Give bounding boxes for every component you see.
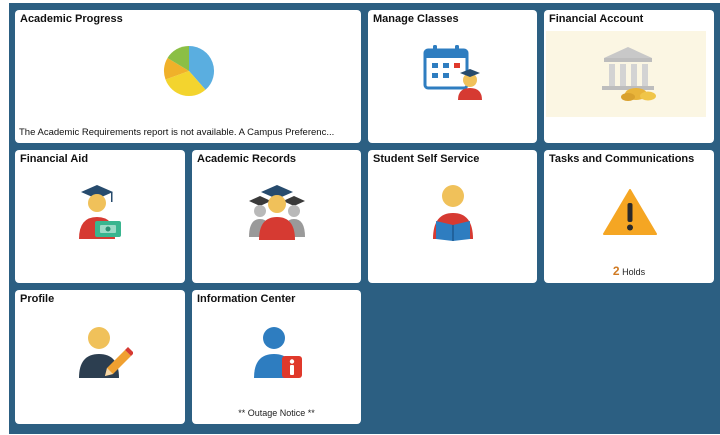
tile-title: Academic Records [197,153,297,165]
tile-title: Tasks and Communications [549,153,695,165]
warning-triangle-icon [603,189,657,235]
tile-title: Financial Aid [20,153,89,165]
pie-chart-icon [163,45,215,97]
manage-classes-tile[interactable]: Manage Classes [368,10,537,143]
financial-aid-tile[interactable]: Financial Aid [15,150,185,283]
person-pencil-icon [79,327,133,378]
graduate-money-icon [79,185,121,239]
tile-title: Manage Classes [373,13,459,25]
tasks-and-communications-tile[interactable]: Tasks and Communications 2 Holds [544,150,714,283]
tile-title: Profile [20,293,55,305]
holds-count: 2 [612,264,620,278]
graduates-group-icon [249,185,305,240]
information-center-tile[interactable]: Information Center ** Outage Notice ** [192,290,361,424]
tile-title: Student Self Service [373,153,480,165]
academic-requirements-notice: The Academic Requirements report is not … [19,127,335,138]
student-self-service-tile[interactable]: Student Self Service [368,150,537,283]
academic-progress-tile[interactable]: Academic Progress The Academic Requireme… [15,10,361,143]
profile-tile[interactable]: Profile [15,290,185,424]
calendar-student-icon [423,45,482,100]
tile-grid: Academic Progress The Academic Requireme… [9,3,720,434]
tile-title: Academic Progress [20,13,123,25]
academic-records-tile[interactable]: Academic Records [192,150,361,283]
holds-summary[interactable]: 2 Holds [544,264,714,278]
tile-title: Financial Account [549,13,644,25]
outage-notice-link[interactable]: ** Outage Notice ** [192,408,361,418]
tile-title: Information Center [197,293,296,305]
bank-coins-icon [602,47,656,101]
person-info-icon [254,327,302,378]
financial-account-tile[interactable]: Financial Account [544,10,714,143]
student-reading-icon [433,185,473,241]
holds-label: Holds [622,267,646,277]
